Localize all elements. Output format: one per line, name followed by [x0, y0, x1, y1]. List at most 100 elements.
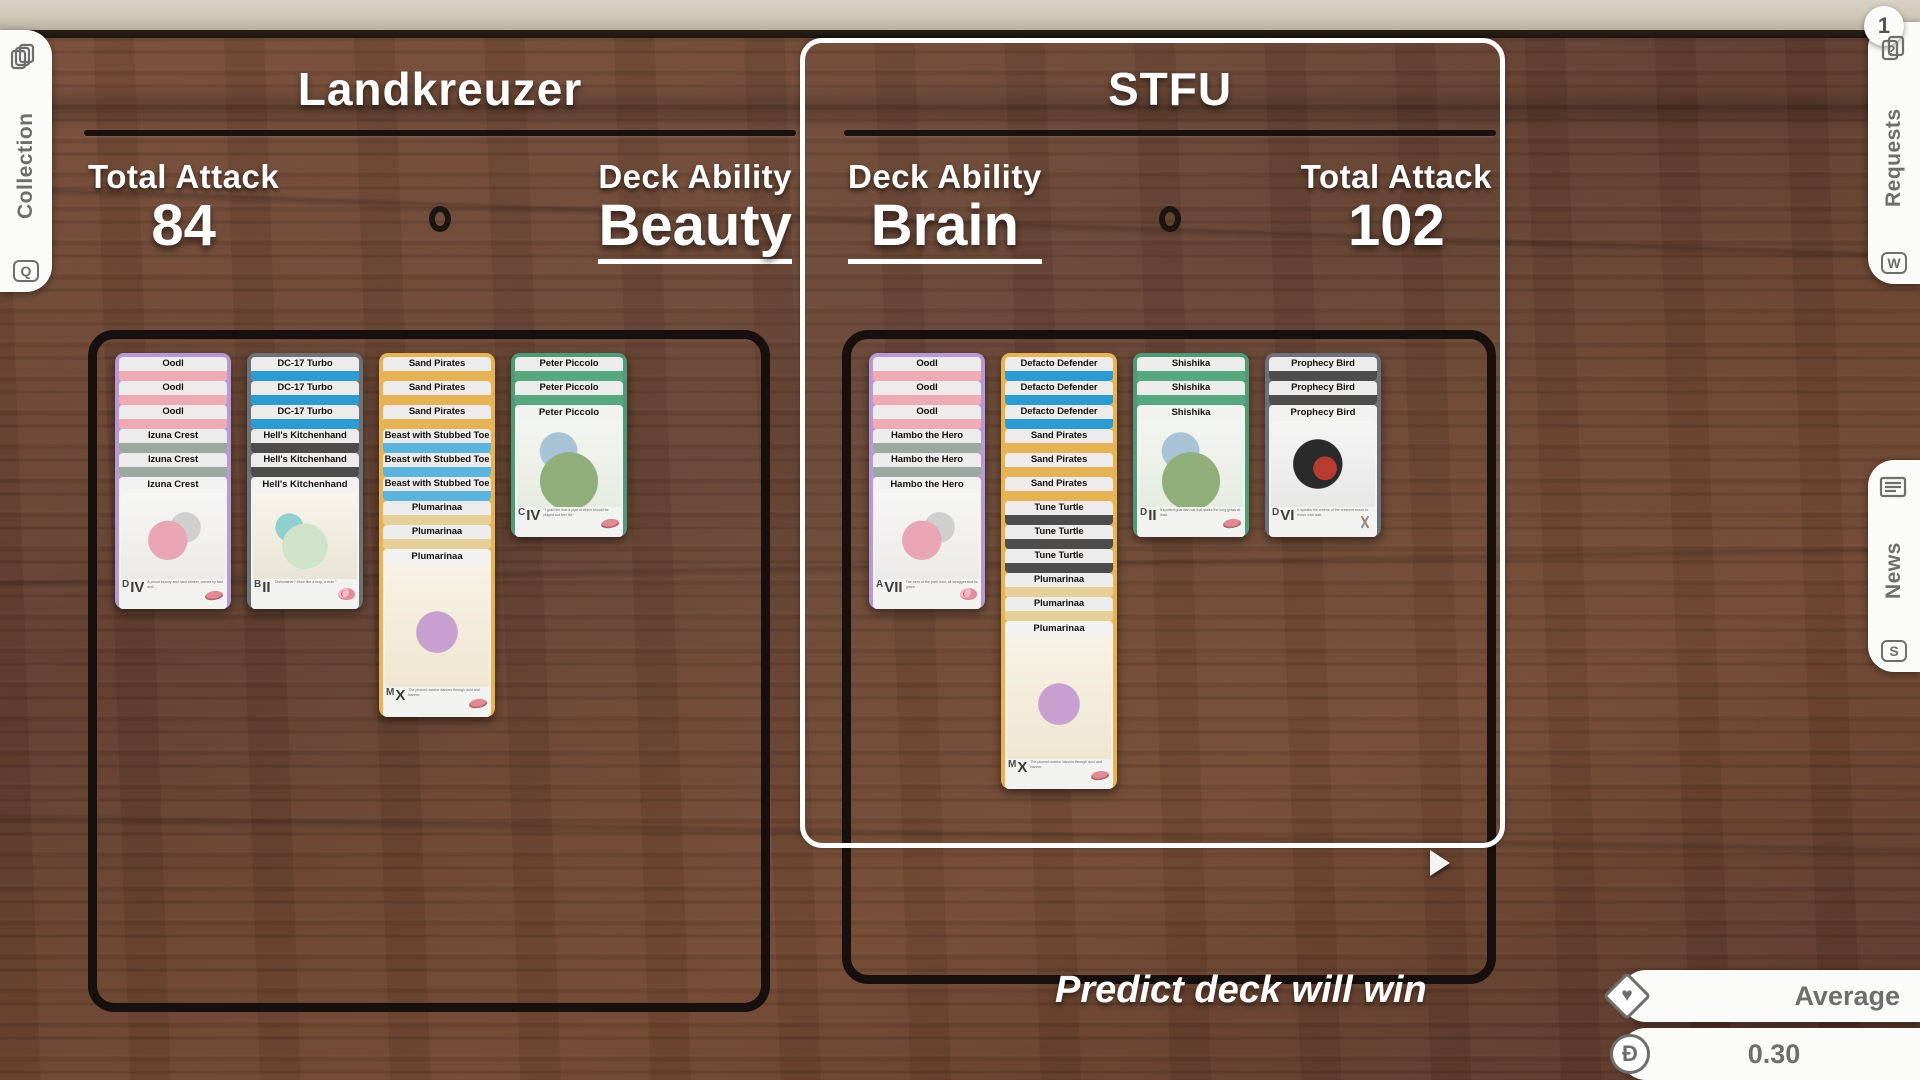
- card-row[interactable]: Plumarinaa: [383, 525, 491, 549]
- card-rank: A: [876, 579, 884, 590]
- card-row[interactable]: Plumarinaa: [1005, 597, 1113, 621]
- card-rank: M: [1008, 759, 1017, 770]
- sidebar-tab-collection[interactable]: Collection Q: [0, 30, 52, 292]
- card-row[interactable]: Hambo the Hero: [873, 453, 981, 477]
- card-front[interactable]: Hell's Kitchenhand B II "Dishwasher? More l…: [251, 477, 359, 609]
- coin-value: 0.30: [1747, 1038, 1801, 1069]
- card-rank: C: [518, 507, 526, 518]
- card-row[interactable]: Tune Turtle: [1005, 525, 1113, 549]
- card-row[interactable]: Hell's Kitchenhand: [251, 429, 359, 453]
- sidebar-tab-requests[interactable]: 1 ? Requests W: [1864, 6, 1920, 284]
- deck-divider-right: [844, 130, 1496, 136]
- card-row[interactable]: Oodl: [873, 357, 981, 381]
- card-row[interactable]: DC-17 Turbo: [251, 357, 359, 381]
- card-row[interactable]: Izuna Crest: [119, 453, 227, 477]
- card-row[interactable]: Shishika: [1137, 381, 1245, 405]
- card-name: Oodl: [162, 406, 184, 417]
- card-art-strip: [1005, 467, 1113, 477]
- card-row[interactable]: Defacto Defender: [1005, 381, 1113, 405]
- deck-ability-value-left: Beauty: [598, 195, 792, 264]
- card-row[interactable]: Plumarinaa: [383, 501, 491, 525]
- card-row[interactable]: Oodl: [873, 405, 981, 429]
- card-stacks-right: Oodl Oodl Oodl Hambo the Hero Hambo the Hero…: [869, 353, 1477, 789]
- card-row[interactable]: Peter Piccolo: [515, 357, 623, 381]
- card-row[interactable]: Sand Pirates: [383, 381, 491, 405]
- card-row[interactable]: Shishika: [1137, 357, 1245, 381]
- card-name: Shishika: [1171, 407, 1211, 418]
- card-stack-body: Peter Piccolo Peter Piccolo Peter Piccolo C…: [511, 353, 627, 537]
- card-row[interactable]: Tune Turtle: [1005, 501, 1113, 525]
- card-art-strip: [873, 395, 981, 405]
- card-description: "I gold him that a pipe in which should …: [543, 508, 609, 518]
- card-row[interactable]: DC-17 Turbo: [251, 405, 359, 429]
- card-name: Plumarinaa: [1033, 623, 1085, 634]
- card-row[interactable]: Sand Pirates: [383, 357, 491, 381]
- sidebar-tab-collection-label: Collection: [14, 112, 37, 220]
- sidebar-tab-news-label: News: [1882, 542, 1905, 600]
- card-name: Oodl: [162, 382, 184, 393]
- card-row[interactable]: Beast with Stubbed Toe: [383, 477, 491, 501]
- deck-panel-right[interactable]: STFU Deck Ability Brain Total Attack 102…: [820, 52, 1520, 1042]
- card-row[interactable]: Sand Pirates: [1005, 453, 1113, 477]
- card-stack[interactable]: Defacto Defender Defacto Defender Defacto …: [1001, 353, 1117, 789]
- card-rank: M: [386, 687, 395, 698]
- card-name: Oodl: [916, 358, 938, 369]
- deck-stats-right: Deck Ability Brain Total Attack 102: [820, 158, 1520, 264]
- card-art-strip: [251, 443, 359, 453]
- card-description: The plumed warrior dances through dust a…: [408, 688, 480, 698]
- card-row[interactable]: Oodl: [119, 381, 227, 405]
- card-stack[interactable]: Prophecy Bird Prophecy Bird Prophecy Bird D…: [1265, 353, 1381, 537]
- sidebar-tab-requests-key: W: [1881, 252, 1907, 274]
- card-name: DC-17 Turbo: [277, 382, 333, 393]
- card-art-strip: [383, 443, 491, 453]
- top-wall-strip: [0, 0, 1920, 38]
- card-stack[interactable]: Peter Piccolo Peter Piccolo Peter Piccolo C…: [511, 353, 627, 537]
- card-stack[interactable]: Sand Pirates Sand Pirates Sand Pirates Beas…: [379, 353, 495, 717]
- card-row[interactable]: Tune Turtle: [1005, 549, 1113, 573]
- card-row[interactable]: Oodl: [119, 405, 227, 429]
- card-row[interactable]: Sand Pirates: [1005, 429, 1113, 453]
- card-stack[interactable]: DC-17 Turbo DC-17 Turbo DC-17 Turbo Hell's …: [247, 353, 363, 609]
- card-art-strip: [1005, 491, 1113, 501]
- card-stack[interactable]: Oodl Oodl Oodl Izuna Crest Izuna Crest Izuna …: [115, 353, 231, 609]
- card-row[interactable]: Izuna Crest: [119, 429, 227, 453]
- card-row[interactable]: DC-17 Turbo: [251, 381, 359, 405]
- card-row[interactable]: Hell's Kitchenhand: [251, 453, 359, 477]
- card-name: Peter Piccolo: [539, 382, 599, 393]
- card-row[interactable]: Prophecy Bird: [1269, 357, 1377, 381]
- card-front[interactable]: Hambo the Hero A VII The hero of the pork l…: [873, 477, 981, 609]
- card-art-strip: [119, 395, 227, 405]
- deck-ability-label-right: Deck Ability: [848, 158, 1042, 195]
- card-row[interactable]: Oodl: [873, 381, 981, 405]
- card-front[interactable]: Shishika D II A spotted guardian cat that s…: [1137, 405, 1245, 537]
- deck-left-stat-ability: Deck Ability Beauty: [598, 158, 792, 264]
- card-row[interactable]: Defacto Defender: [1005, 405, 1113, 429]
- card-row[interactable]: Oodl: [119, 357, 227, 381]
- deck-panel-left[interactable]: Landkreuzer Total Attack 84 Deck Ability…: [60, 52, 820, 1042]
- card-row[interactable]: Sand Pirates: [383, 405, 491, 429]
- deck-comparison-board: Landkreuzer Total Attack 84 Deck Ability…: [0, 30, 1920, 1080]
- card-name: Defacto Defender: [1020, 406, 1098, 417]
- card-row[interactable]: Defacto Defender: [1005, 357, 1113, 381]
- card-front[interactable]: Peter Piccolo C IV "I gold him that a pipe …: [515, 405, 623, 537]
- card-front[interactable]: Izuna Crest D IV A proud beauty and hard dr…: [119, 477, 227, 609]
- card-name: Izuna Crest: [147, 430, 199, 441]
- card-row[interactable]: Beast with Stubbed Toe: [383, 429, 491, 453]
- card-row[interactable]: Hambo the Hero: [873, 429, 981, 453]
- card-row[interactable]: Peter Piccolo: [515, 381, 623, 405]
- card-art-strip: [1005, 443, 1113, 453]
- card-stack[interactable]: Oodl Oodl Oodl Hambo the Hero Hambo the Hero…: [869, 353, 985, 609]
- card-row[interactable]: Sand Pirates: [1005, 477, 1113, 501]
- card-front[interactable]: Plumarinaa M X The plumed warrior dances th…: [1005, 621, 1113, 789]
- card-front[interactable]: Prophecy Bird D VI It speaks the omens of t…: [1269, 405, 1377, 537]
- card-stack[interactable]: Shishika Shishika Shishika D II A spotted gua…: [1133, 353, 1249, 537]
- card-art-strip: [251, 395, 359, 405]
- card-front[interactable]: Plumarinaa M X The plumed warrior dances th…: [383, 549, 491, 717]
- sidebar-tab-news[interactable]: News S: [1868, 460, 1920, 672]
- card-row[interactable]: Plumarinaa: [1005, 573, 1113, 597]
- card-name: Shishika: [1171, 358, 1211, 369]
- card-row[interactable]: Beast with Stubbed Toe: [383, 453, 491, 477]
- card-row[interactable]: Prophecy Bird: [1269, 381, 1377, 405]
- diamond-heart-icon: ♥: [1602, 971, 1652, 1021]
- card-art-strip: [515, 395, 623, 405]
